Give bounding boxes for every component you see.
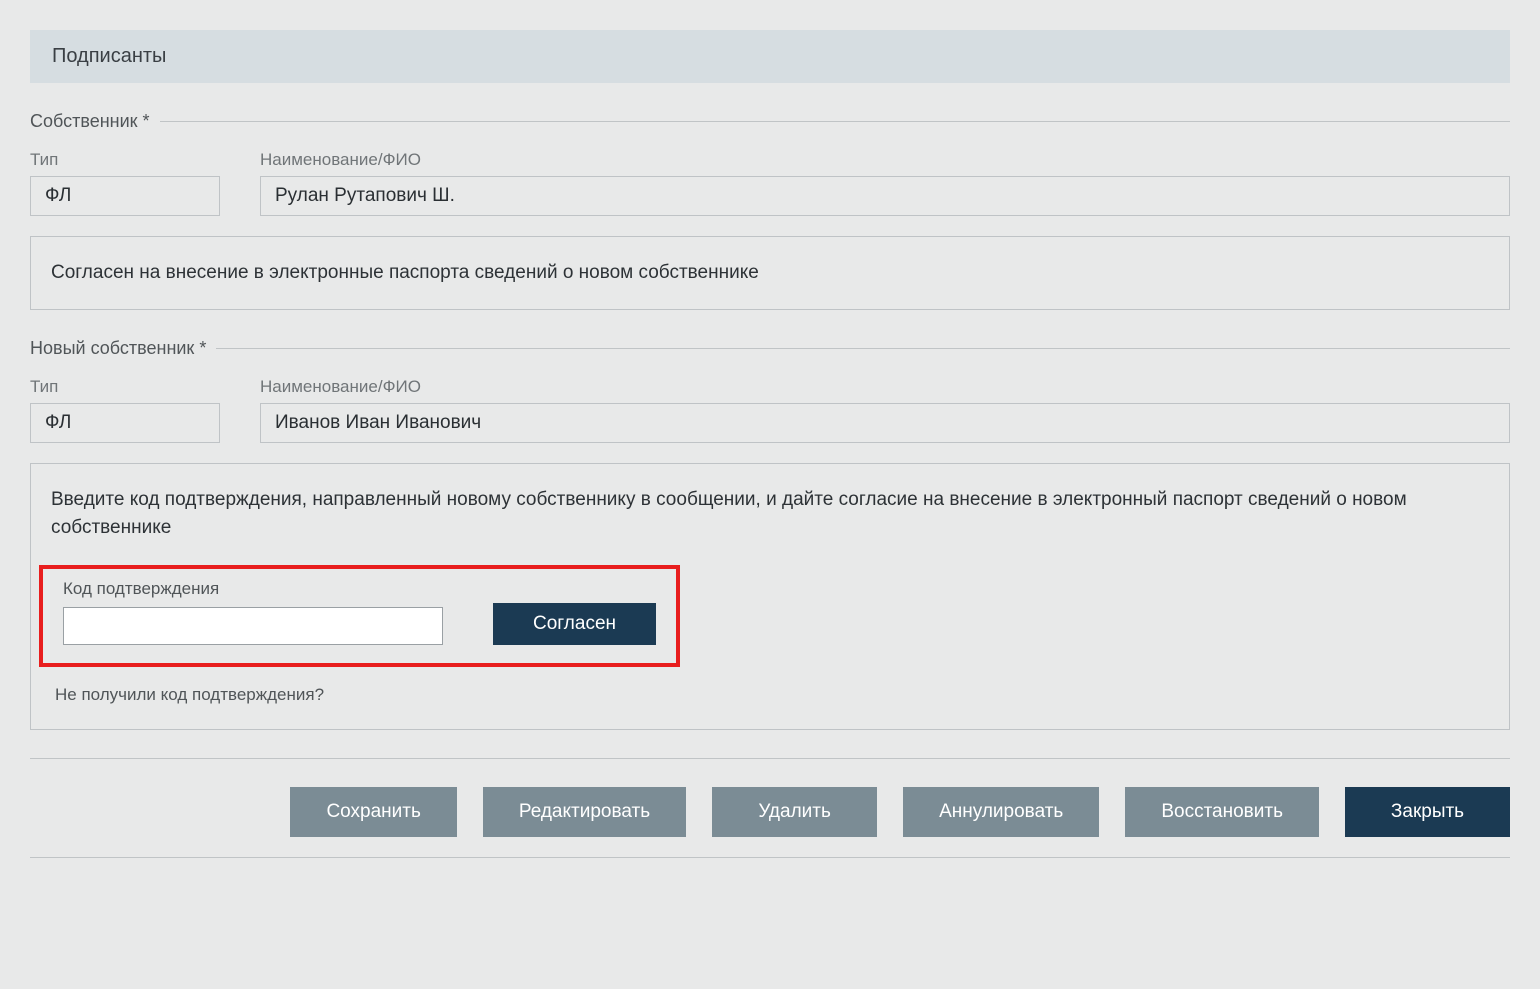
section-header: Подписанты [30,30,1510,83]
code-label: Код подтверждения [63,579,443,599]
new-owner-type-col: Тип [30,377,220,443]
action-bar: Сохранить Редактировать Удалить Аннулиро… [30,779,1510,851]
delete-button[interactable]: Удалить [712,787,877,837]
owner-legend: Собственник * [30,111,160,132]
owner-consent-text: Согласен на внесение в электронные паспо… [51,262,759,283]
owner-type-label: Тип [30,150,220,170]
confirmation-instruction: Введите код подтверждения, направленный … [51,486,1489,543]
new-owner-name-label: Наименование/ФИО [260,377,1510,397]
edit-button[interactable]: Редактировать [483,787,686,837]
close-button[interactable]: Закрыть [1345,787,1510,837]
confirmation-code-input[interactable] [63,607,443,645]
new-owner-field-row: Тип Наименование/ФИО [30,377,1510,443]
resend-code-link[interactable]: Не получили код подтверждения? [51,685,1489,705]
confirmation-highlight: Код подтверждения Согласен [39,565,680,667]
owner-type-col: Тип [30,150,220,216]
restore-button[interactable]: Восстановить [1125,787,1319,837]
new-owner-type-label: Тип [30,377,220,397]
new-owner-legend: Новый собственник * [30,338,216,359]
annul-button[interactable]: Аннулировать [903,787,1099,837]
new-owner-legend-row: Новый собственник * [30,338,1510,359]
divider [216,348,1510,349]
owner-name-label: Наименование/ФИО [260,150,1510,170]
owner-legend-row: Собственник * [30,111,1510,132]
confirmation-panel: Введите код подтверждения, направленный … [30,463,1510,730]
new-owner-type-input[interactable] [30,403,220,443]
new-owner-fieldset: Новый собственник * Тип Наименование/ФИО… [30,338,1510,730]
new-owner-name-input[interactable] [260,403,1510,443]
agree-button[interactable]: Согласен [493,603,656,645]
divider [30,857,1510,858]
owner-fieldset: Собственник * Тип Наименование/ФИО Согла… [30,111,1510,310]
section-title: Подписанты [52,45,166,67]
owner-consent-box: Согласен на внесение в электронные паспо… [30,236,1510,310]
divider [160,121,1510,122]
owner-field-row: Тип Наименование/ФИО [30,150,1510,216]
save-button[interactable]: Сохранить [290,787,456,837]
owner-type-input[interactable] [30,176,220,216]
code-group: Код подтверждения [63,579,443,645]
owner-name-col: Наименование/ФИО [260,150,1510,216]
new-owner-name-col: Наименование/ФИО [260,377,1510,443]
owner-name-input[interactable] [260,176,1510,216]
divider [30,758,1510,759]
